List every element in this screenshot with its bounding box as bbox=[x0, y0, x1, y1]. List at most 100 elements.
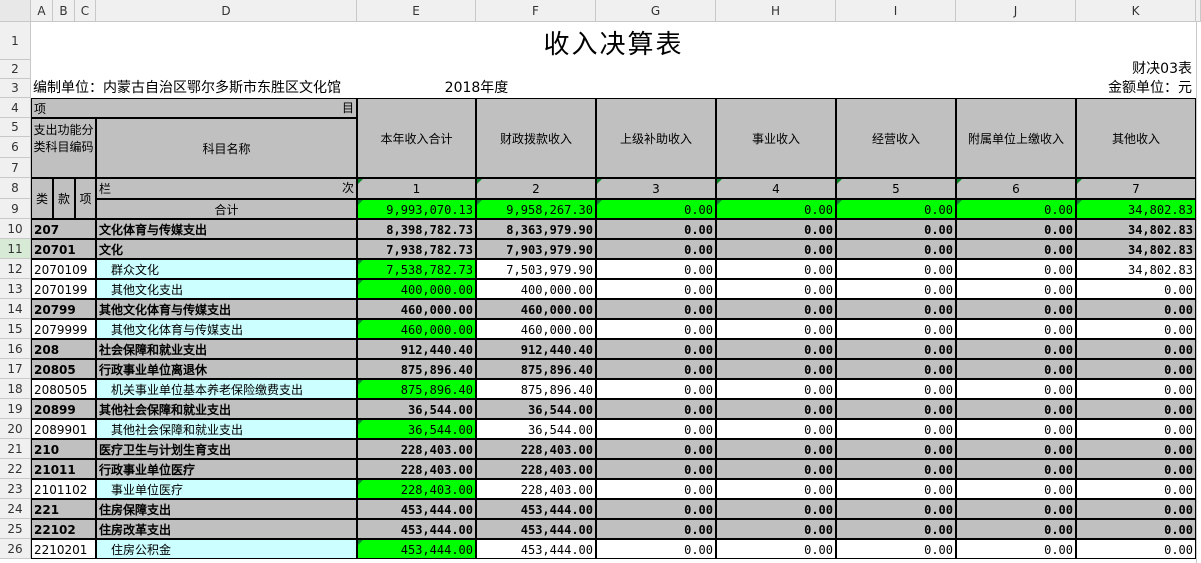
row-subject-name[interactable]: 其他文化支出 bbox=[96, 279, 357, 299]
row-value-2[interactable]: 460,000.00 bbox=[476, 299, 596, 319]
row-value-5[interactable]: 0.00 bbox=[836, 339, 956, 359]
column-header-g[interactable]: G bbox=[596, 0, 716, 22]
col-number-7[interactable]: 7 bbox=[1076, 178, 1196, 199]
row-value-1[interactable]: 453,444.00 bbox=[357, 519, 476, 539]
row-subject-name[interactable]: 事业单位医疗 bbox=[96, 479, 357, 499]
row-value-1[interactable]: 400,000.00 bbox=[357, 279, 476, 299]
row-value-1[interactable]: 912,440.40 bbox=[357, 339, 476, 359]
row-subject-name[interactable]: 行政事业单位医疗 bbox=[96, 459, 357, 479]
row-value-4[interactable]: 0.00 bbox=[716, 279, 836, 299]
row-value-3[interactable]: 0.00 bbox=[596, 279, 716, 299]
row-value-3[interactable]: 0.00 bbox=[596, 339, 716, 359]
row-value-5[interactable]: 0.00 bbox=[836, 219, 956, 239]
header-col-4[interactable]: 事业收入 bbox=[716, 98, 836, 178]
row-value-2[interactable]: 7,903,979.90 bbox=[476, 239, 596, 259]
row-value-2[interactable]: 453,444.00 bbox=[476, 519, 596, 539]
row-subject-name[interactable]: 文化体育与传媒支出 bbox=[96, 219, 357, 239]
row-subject-name[interactable]: 其他社会保障和就业支出 bbox=[96, 399, 357, 419]
row-code[interactable]: 2101102 bbox=[31, 479, 96, 499]
row-code[interactable]: 2079999 bbox=[31, 319, 96, 339]
row-value-5[interactable]: 0.00 bbox=[836, 259, 956, 279]
row-value-1[interactable]: 36,544.00 bbox=[357, 399, 476, 419]
row-value-7[interactable]: 0.00 bbox=[1076, 419, 1196, 439]
row-value-4[interactable]: 0.00 bbox=[716, 339, 836, 359]
col-number-4[interactable]: 4 bbox=[716, 178, 836, 199]
row-value-6[interactable]: 0.00 bbox=[956, 299, 1076, 319]
row-value-2[interactable]: 453,444.00 bbox=[476, 499, 596, 519]
row-value-6[interactable]: 0.00 bbox=[956, 239, 1076, 259]
row-header-2[interactable]: 2 bbox=[0, 60, 31, 79]
row-value-4[interactable]: 0.00 bbox=[716, 379, 836, 399]
row-subject-name[interactable]: 其他文化体育与传媒支出 bbox=[96, 299, 357, 319]
row-code[interactable]: 20899 bbox=[31, 399, 96, 419]
row-value-2[interactable]: 460,000.00 bbox=[476, 319, 596, 339]
row-code[interactable]: 210 bbox=[31, 439, 96, 459]
row-value-2[interactable]: 228,403.00 bbox=[476, 459, 596, 479]
total-value-2[interactable]: 9,958,267.30 bbox=[476, 199, 596, 219]
header-subject-name[interactable]: 科目名称 bbox=[96, 118, 357, 178]
row-value-4[interactable]: 0.00 bbox=[716, 459, 836, 479]
row-value-3[interactable]: 0.00 bbox=[596, 239, 716, 259]
row-value-4[interactable]: 0.00 bbox=[716, 499, 836, 519]
row-value-1[interactable]: 228,403.00 bbox=[357, 459, 476, 479]
header-lei[interactable]: 类 bbox=[31, 178, 53, 219]
column-header-f[interactable]: F bbox=[476, 0, 596, 22]
row-value-3[interactable]: 0.00 bbox=[596, 299, 716, 319]
row-header-6[interactable]: 6 bbox=[0, 137, 31, 158]
column-header-i[interactable]: I bbox=[836, 0, 956, 22]
row-value-1[interactable]: 228,403.00 bbox=[357, 479, 476, 499]
row-value-7[interactable]: 0.00 bbox=[1076, 539, 1196, 559]
row-value-3[interactable]: 0.00 bbox=[596, 379, 716, 399]
col-number-1[interactable]: 1 bbox=[357, 178, 476, 199]
row-value-5[interactable]: 0.00 bbox=[836, 459, 956, 479]
row-value-6[interactable]: 0.00 bbox=[956, 439, 1076, 459]
row-subject-name[interactable]: 群众文化 bbox=[96, 259, 357, 279]
row-value-6[interactable]: 0.00 bbox=[956, 279, 1076, 299]
row-value-5[interactable]: 0.00 bbox=[836, 419, 956, 439]
row-value-5[interactable]: 0.00 bbox=[836, 239, 956, 259]
row-value-3[interactable]: 0.00 bbox=[596, 539, 716, 559]
row-header-5[interactable]: 5 bbox=[0, 118, 31, 137]
row-value-1[interactable]: 460,000.00 bbox=[357, 299, 476, 319]
row-value-6[interactable]: 0.00 bbox=[956, 319, 1076, 339]
row-value-5[interactable]: 0.00 bbox=[836, 439, 956, 459]
row-header-20[interactable]: 20 bbox=[0, 419, 31, 439]
header-xiang2[interactable]: 项 bbox=[75, 178, 96, 219]
row-header-7[interactable]: 7 bbox=[0, 158, 31, 178]
total-value-6[interactable]: 0.00 bbox=[956, 199, 1076, 219]
row-header-15[interactable]: 15 bbox=[0, 319, 31, 339]
row-value-4[interactable]: 0.00 bbox=[716, 439, 836, 459]
row-subject-name[interactable]: 住房保障支出 bbox=[96, 499, 357, 519]
total-value-7[interactable]: 34,802.83 bbox=[1076, 199, 1196, 219]
row-value-3[interactable]: 0.00 bbox=[596, 319, 716, 339]
header-col-7[interactable]: 其他收入 bbox=[1076, 98, 1196, 178]
row-subject-name[interactable]: 社会保障和就业支出 bbox=[96, 339, 357, 359]
row-value-5[interactable]: 0.00 bbox=[836, 279, 956, 299]
header-col-6[interactable]: 附属单位上缴收入 bbox=[956, 98, 1076, 178]
row-header-9[interactable]: 9 bbox=[0, 199, 31, 219]
row-value-4[interactable]: 0.00 bbox=[716, 359, 836, 379]
row-value-3[interactable]: 0.00 bbox=[596, 259, 716, 279]
row-value-1[interactable]: 7,538,782.73 bbox=[357, 259, 476, 279]
header-code-label[interactable]: 支出功能分类科目编码 bbox=[31, 118, 96, 178]
row-value-5[interactable]: 0.00 bbox=[836, 379, 956, 399]
row-header-8[interactable]: 8 bbox=[0, 178, 31, 199]
row-header-11[interactable]: 11 bbox=[0, 239, 31, 259]
row-value-7[interactable]: 0.00 bbox=[1076, 279, 1196, 299]
row-header-21[interactable]: 21 bbox=[0, 439, 31, 459]
row-value-2[interactable]: 875,896.40 bbox=[476, 379, 596, 399]
row-value-1[interactable]: 460,000.00 bbox=[357, 319, 476, 339]
row-value-5[interactable]: 0.00 bbox=[836, 399, 956, 419]
header-col-3[interactable]: 上级补助收入 bbox=[596, 98, 716, 178]
column-header-e[interactable]: E bbox=[357, 0, 476, 22]
row-value-2[interactable]: 36,544.00 bbox=[476, 419, 596, 439]
column-header-h[interactable]: H bbox=[716, 0, 836, 22]
row-value-6[interactable]: 0.00 bbox=[956, 539, 1076, 559]
row-value-3[interactable]: 0.00 bbox=[596, 459, 716, 479]
row-value-7[interactable]: 34,802.83 bbox=[1076, 259, 1196, 279]
row-header-25[interactable]: 25 bbox=[0, 519, 31, 539]
row-value-3[interactable]: 0.00 bbox=[596, 499, 716, 519]
row-value-2[interactable]: 36,544.00 bbox=[476, 399, 596, 419]
row-value-3[interactable]: 0.00 bbox=[596, 219, 716, 239]
row-code[interactable]: 20701 bbox=[31, 239, 96, 259]
